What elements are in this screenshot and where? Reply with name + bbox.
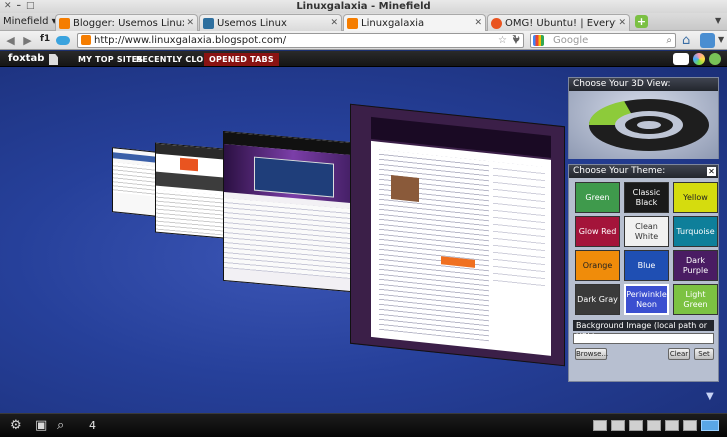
theme-clean-white[interactable]: Clean White — [624, 216, 669, 247]
list-all-tabs-icon[interactable]: ▼ — [715, 16, 721, 25]
bookmark-star-icon[interactable]: ☆ — [498, 34, 507, 47]
clear-button[interactable]: Clear — [668, 348, 690, 360]
url-text: http://www.linuxgalaxia.blogspot.com/ — [94, 35, 287, 46]
blogger-icon — [347, 17, 358, 29]
tab-label: Linuxgalaxia — [361, 17, 425, 29]
close-window-icon[interactable]: ✕ — [4, 2, 12, 11]
window-controls: ✕ – □ — [4, 2, 35, 11]
theme-grid: Green Classic Black Yellow Glow Red Clea… — [569, 178, 718, 315]
app-menu-label: Minefield — [3, 16, 49, 27]
tab-omg-ubuntu[interactable]: OMG! Ubuntu! | Everything ✕ — [487, 14, 630, 31]
back-arrow-icon[interactable]: ◀ — [3, 33, 18, 48]
settings-gear-icon[interactable]: ⚙ — [10, 418, 22, 434]
url-bar[interactable]: http://www.linuxgalaxia.blogspot.com/ ☆ … — [77, 33, 524, 48]
f1-button[interactable]: f1 — [40, 34, 50, 44]
options-icon[interactable] — [709, 53, 721, 65]
theme-green[interactable]: Green — [575, 182, 620, 213]
layout-grid-icon[interactable] — [629, 420, 643, 431]
reload-icon[interactable]: ↻ — [512, 34, 520, 45]
minimize-window-icon[interactable]: – — [17, 2, 22, 11]
theme-dark-purple[interactable]: Dark Purple — [673, 250, 718, 281]
close-tab-icon[interactable]: ✕ — [330, 18, 338, 28]
foxtab-3d-stage: Choose Your 3D View: Choose Your Theme: … — [0, 67, 727, 413]
chat-icon[interactable] — [673, 53, 689, 65]
theme-classic-black[interactable]: Classic Black — [624, 182, 669, 213]
3d-view-title: Choose Your 3D View: — [573, 79, 671, 89]
usemos-linux-icon — [203, 17, 214, 29]
search-placeholder: Google — [553, 35, 589, 46]
search-input[interactable]: Google ⌕ — [530, 33, 676, 48]
theme-dark-gray[interactable]: Dark Gray — [575, 284, 620, 315]
search-icon[interactable]: ⌕ — [57, 418, 64, 434]
color-wheel-icon[interactable] — [693, 53, 705, 65]
layout-list-icon[interactable] — [647, 420, 661, 431]
extension-dropdown-icon[interactable]: ▼ — [718, 35, 724, 44]
google-icon — [533, 35, 544, 46]
forward-arrow-icon[interactable]: ▶ — [20, 33, 35, 48]
background-image-label: Background Image (local path or URL): — [573, 320, 714, 341]
theme-panel: Choose Your Theme: ✕ Green Classic Black… — [568, 164, 719, 382]
theme-panel-header: Choose Your Theme: ✕ — [569, 165, 718, 178]
new-page-icon[interactable] — [49, 54, 58, 65]
omg-ubuntu-icon — [491, 17, 502, 29]
maximize-window-icon[interactable]: □ — [26, 2, 35, 11]
close-tab-icon[interactable]: ✕ — [474, 18, 482, 28]
theme-yellow[interactable]: Yellow — [673, 182, 718, 213]
layout-rows-icon[interactable] — [665, 420, 679, 431]
navigation-bar: ◀ ▶ f1 http://www.linuxgalaxia.blogspot.… — [0, 31, 727, 50]
layout-switcher — [593, 420, 719, 431]
foxtab-toolbar: foxtab MY TOP SITES RECENTLY CLOSED OPEN… — [0, 51, 727, 67]
layout-wall-icon[interactable] — [611, 420, 625, 431]
theme-panel-title: Choose Your Theme: — [573, 166, 666, 176]
3d-view-panel-header: Choose Your 3D View: — [569, 78, 718, 91]
tab-bar: Minefield ▾ Blogger: Usemos Linux - Cr ✕… — [0, 13, 727, 31]
set-button[interactable]: Set — [694, 348, 714, 360]
theme-orange[interactable]: Orange — [575, 250, 620, 281]
browse-button[interactable]: Browse... — [575, 348, 608, 360]
tab-count: 4 — [89, 419, 96, 432]
search-icon[interactable]: ⌕ — [666, 34, 672, 47]
3d-view-panel: Choose Your 3D View: — [568, 77, 719, 159]
tab-label: OMG! Ubuntu! | Everything — [505, 17, 616, 29]
tab-usemos-linux[interactable]: Usemos Linux ✕ — [199, 14, 342, 31]
theme-glow-red[interactable]: Glow Red — [575, 216, 620, 247]
close-tab-icon[interactable]: ✕ — [618, 18, 626, 28]
cloud-icon[interactable] — [56, 36, 70, 45]
new-tab-button[interactable]: + — [635, 15, 648, 28]
close-icon[interactable]: ✕ — [707, 167, 716, 176]
theme-light-green[interactable]: Light Green — [673, 284, 718, 315]
layout-strip-icon[interactable] — [593, 420, 607, 431]
tab-label: Blogger: Usemos Linux - Cr — [73, 17, 184, 29]
foxtab-tools — [673, 53, 721, 65]
layout-flip-icon[interactable] — [683, 420, 697, 431]
scroll-down-icon[interactable]: ▼ — [706, 391, 714, 402]
foxtab-bottom-bar: ⚙ ▣ ⌕ 4 — [0, 413, 727, 437]
theme-turquoise[interactable]: Turquoise — [673, 216, 718, 247]
foxtab-logo: foxtab — [8, 53, 45, 64]
theme-periwinkle-neon[interactable]: Periwinkle Neon — [624, 284, 669, 315]
extension-icon[interactable] — [700, 33, 715, 48]
3d-view-selector[interactable] — [569, 91, 718, 159]
tab-opened-tabs[interactable]: OPENED TABS — [204, 53, 279, 66]
blogger-icon — [59, 17, 70, 29]
app-menu[interactable]: Minefield ▾ — [3, 14, 57, 30]
theme-blue[interactable]: Blue — [624, 250, 669, 281]
tab-linuxgalaxia[interactable]: Linuxgalaxia ✕ — [343, 14, 486, 31]
close-tab-icon[interactable]: ✕ — [186, 18, 194, 28]
tab-blogger[interactable]: Blogger: Usemos Linux - Cr ✕ — [55, 14, 198, 31]
3d-ring-icon — [588, 99, 709, 151]
briefcase-icon[interactable]: ▣ — [35, 418, 47, 434]
layout-3d-icon[interactable] — [701, 420, 719, 431]
background-image-buttons: Browse... Clear Set — [573, 348, 714, 360]
home-icon[interactable]: ⌂ — [682, 33, 697, 48]
window-titlebar: ✕ – □ Linuxgalaxia - Minefield — [0, 0, 727, 13]
tab-label: Usemos Linux — [217, 17, 287, 29]
tab-thumbnail-linuxgalaxia-b[interactable] — [350, 103, 565, 367]
tab-thumbnail-linuxgalaxia-a[interactable] — [223, 130, 363, 294]
site-favicon-icon — [81, 35, 91, 45]
window-title: Linuxgalaxia - Minefield — [296, 1, 431, 12]
